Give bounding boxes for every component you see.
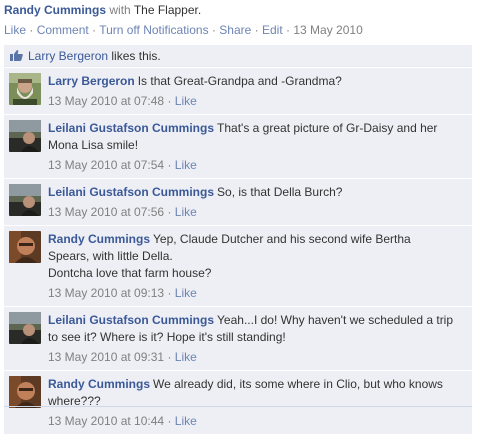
comment-body-line: Yep, Claude Dutcher and his second wife … — [153, 232, 411, 246]
comment-body-line: Spears, with little Della. — [48, 249, 173, 263]
comment-body-line: to see it? Where is it? Hope it's still … — [48, 330, 286, 344]
comment-author-link[interactable]: Leilani Gustafson Cummings — [48, 313, 214, 327]
separator: · — [29, 23, 34, 37]
comment-timestamp: 13 May 2010 at 07:48 — [48, 94, 165, 108]
comment-like-link[interactable]: Like — [175, 94, 197, 108]
edit-link[interactable]: Edit — [262, 23, 283, 37]
avatar[interactable] — [9, 73, 41, 105]
comment-item: Leilani Gustafson Cummings That's a great… — [4, 115, 472, 179]
comment-like-link[interactable]: Like — [175, 158, 197, 172]
comment-body-line: Is that Great-Grandpa and -Grandma? — [137, 74, 342, 88]
post-author-link[interactable]: Randy Cummings — [4, 3, 106, 17]
comment-body-line: Yeah...I do! Why haven't we scheduled a … — [217, 313, 454, 327]
comments-list: Larry Bergeron Is that Great-Grandpa and … — [4, 68, 472, 435]
comment-author-link[interactable]: Randy Cummings — [48, 232, 150, 246]
comment-text: Randy Cummings Yep, Claude Dutcher and hi… — [48, 231, 464, 282]
separator: · — [167, 414, 172, 428]
comment-meta: 13 May 2010 at 07:48 · Like — [48, 93, 464, 110]
separator: · — [167, 286, 172, 300]
comment-text: Randy Cummings We already did, its some w… — [48, 376, 464, 410]
comment-body-line: We already did, its some where in Clio, … — [153, 377, 443, 391]
comment-timestamp: 13 May 2010 at 10:44 — [48, 414, 165, 428]
comment-item: Leilani Gustafson Cummings Yeah...I do! W… — [4, 307, 472, 371]
post-actions: Like · Comment · Turn off Notifications … — [4, 23, 363, 38]
post-header: Randy Cummings with The Flapper. — [4, 3, 201, 18]
comment-meta: 13 May 2010 at 10:44 · Like — [48, 413, 464, 430]
comment-item: Randy Cummings We already did, its some w… — [4, 371, 472, 435]
separator: · — [167, 350, 172, 364]
avatar[interactable] — [9, 376, 41, 408]
comment-author-link[interactable]: Leilani Gustafson Cummings — [48, 185, 214, 199]
post-with-text: with — [109, 3, 131, 17]
comment-item: Larry Bergeron Is that Great-Grandpa and … — [4, 68, 472, 115]
comment-text: Leilani Gustafson Cummings So, is that De… — [48, 184, 464, 201]
comment-meta: 13 May 2010 at 09:31 · Like — [48, 349, 464, 366]
post-date: 13 May 2010 — [293, 23, 363, 37]
likes-text: likes this. — [111, 49, 161, 63]
avatar[interactable] — [9, 120, 41, 152]
comment-item: Randy Cummings Yep, Claude Dutcher and hi… — [4, 226, 472, 307]
divider — [4, 406, 472, 407]
comment-text: Larry Bergeron Is that Great-Grandpa and … — [48, 73, 464, 90]
separator: · — [167, 94, 172, 108]
share-link[interactable]: Share — [219, 23, 251, 37]
comment-like-link[interactable]: Like — [175, 350, 197, 364]
separator: · — [254, 23, 259, 37]
comment-timestamp: 13 May 2010 at 07:56 — [48, 205, 165, 219]
likes-bar: Larry Bergeron likes this. — [4, 45, 472, 67]
comment-body-line: Dontcha love that farm house? — [48, 266, 212, 280]
comment-like-link[interactable]: Like — [175, 286, 197, 300]
comment-meta: 13 May 2010 at 09:13 · Like — [48, 285, 464, 302]
comment-author-link[interactable]: Leilani Gustafson Cummings — [48, 121, 214, 135]
avatar[interactable] — [9, 312, 41, 344]
separator: · — [167, 205, 172, 219]
comment-item: Leilani Gustafson Cummings So, is that De… — [4, 179, 472, 226]
separator: · — [167, 158, 172, 172]
comment-meta: 13 May 2010 at 07:54 · Like — [48, 157, 464, 174]
comment-author-link[interactable]: Randy Cummings — [48, 377, 150, 391]
turn-off-notifications-link[interactable]: Turn off Notifications — [99, 23, 208, 37]
comment-text: Leilani Gustafson Cummings Yeah...I do! W… — [48, 312, 464, 346]
comment-like-link[interactable]: Like — [175, 414, 197, 428]
like-link[interactable]: Like — [4, 23, 26, 37]
separator: · — [92, 23, 97, 37]
post-tagged: The Flapper. — [133, 3, 202, 17]
avatar[interactable] — [9, 231, 41, 263]
comment-body-line: Mona Lisa smile! — [48, 138, 139, 152]
comment-body-line: That's a great picture of Gr-Daisy and h… — [217, 121, 438, 135]
liker-name-link[interactable]: Larry Bergeron — [28, 49, 108, 63]
comment-timestamp: 13 May 2010 at 07:54 — [48, 158, 165, 172]
separator: · — [286, 23, 291, 37]
comment-author-link[interactable]: Larry Bergeron — [48, 74, 135, 88]
avatar[interactable] — [9, 184, 41, 216]
comment-body-line: So, is that Della Burch? — [217, 185, 343, 199]
comment-meta: 13 May 2010 at 07:56 · Like — [48, 204, 464, 221]
comment-text: Leilani Gustafson Cummings That's a great… — [48, 120, 464, 154]
comment-timestamp: 13 May 2010 at 09:31 — [48, 350, 165, 364]
comment-link[interactable]: Comment — [37, 23, 89, 37]
comment-like-link[interactable]: Like — [175, 205, 197, 219]
separator: · — [211, 23, 216, 37]
thumbs-up-icon — [10, 46, 23, 61]
comment-timestamp: 13 May 2010 at 09:13 — [48, 286, 165, 300]
